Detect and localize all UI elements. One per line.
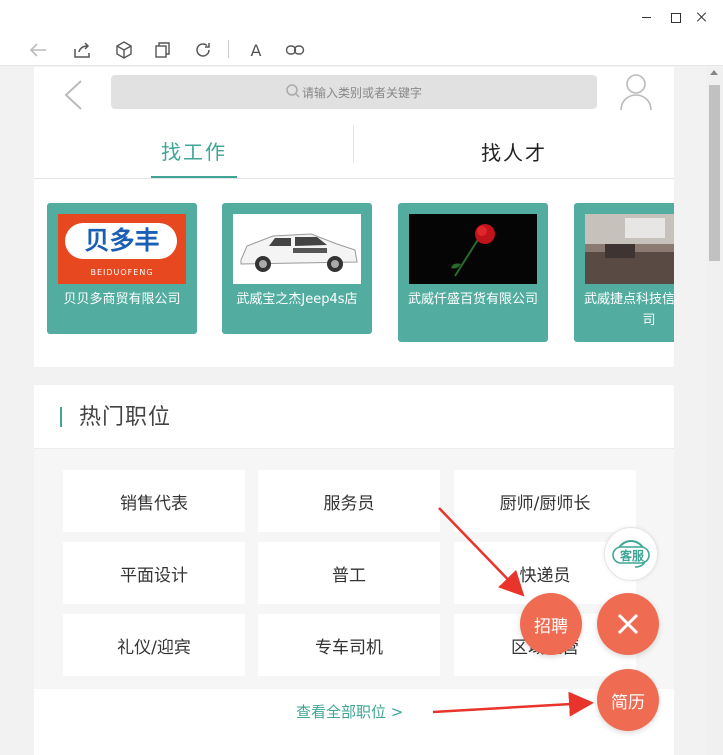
job-item[interactable]: 礼仪/迎宾 [63,614,245,676]
search-icon [286,83,300,101]
web-page: 请输入类别或者关键字 找工作 找人才 贝多丰 BEIDUOFENG 贝贝多商贸有… [34,67,674,755]
close-window-icon[interactable] [694,9,710,25]
job-item[interactable]: 平面设计 [63,542,245,604]
company-logo [233,214,361,284]
user-icon[interactable] [619,73,653,111]
toolbar-separator [228,40,229,58]
hot-jobs-title: 热门职位 [79,405,172,430]
scroll-up-icon[interactable] [710,70,718,75]
company-logo: 贝多丰 BEIDUOFENG [58,214,186,284]
job-item[interactable]: 销售代表 [63,470,245,532]
resume-button[interactable]: 简历 [597,669,659,731]
company-name: 武威宝之杰Jeep4s店 [236,292,358,307]
section-accent-bar [60,407,62,427]
minimize-icon[interactable] [639,9,655,25]
font-icon[interactable]: A [244,38,268,62]
company-name: 武威仟盛百货有限公司 [407,292,538,307]
logo-subtext: BEIDUOFENG [90,268,154,277]
company-name: 贝贝多商贸有限公司 [63,292,181,307]
company-card[interactable]: 贝多丰 BEIDUOFENG 贝贝多商贸有限公司 [47,203,197,334]
customer-service-button[interactable]: 客服 [604,527,658,581]
cube-icon[interactable] [112,38,136,62]
browser-toolbar: A [0,34,723,66]
hot-jobs-header: 热门职位 [34,385,674,449]
tab-divider [353,125,354,163]
company-card[interactable]: 武威宝之杰Jeep4s店 [222,203,372,334]
close-icon [617,613,639,635]
next-section-edge [34,743,674,755]
back-arrow-icon[interactable] [62,79,86,111]
hot-jobs-section: 热门职位 销售代表 服务员 厨师/厨师长 平面设计 普工 快递员 礼仪/迎宾 专… [34,385,674,755]
job-item[interactable]: 专车司机 [258,614,440,676]
recruit-button[interactable]: 招聘 [520,593,582,655]
vertical-scrollbar[interactable] [706,67,723,755]
tab-find-talent[interactable]: 找人才 [474,125,554,178]
view-all-jobs-link[interactable]: 查看全部职位 > [296,701,403,722]
tab-bar: 找工作 找人才 [34,125,674,179]
search-placeholder: 请输入类别或者关键字 [301,85,422,100]
maximize-icon[interactable] [668,9,684,25]
company-card[interactable]: 武威仟盛百货有限公司 [398,203,548,342]
job-item[interactable]: 服务员 [258,470,440,532]
hot-jobs-grid: 销售代表 服务员 厨师/厨师长 平面设计 普工 快递员 礼仪/迎宾 专车司机 区… [34,449,674,689]
company-name: 武威捷点科技信息限公司 [583,292,674,328]
refresh-icon[interactable] [191,38,215,62]
page-header: 请输入类别或者关键字 找工作 找人才 贝多丰 BEIDUOFENG 贝贝多商贸有… [34,67,674,367]
job-item[interactable]: 厨师/厨师长 [454,470,636,532]
share-icon[interactable] [70,38,94,62]
back-icon[interactable] [26,38,50,62]
close-menu-button[interactable] [597,593,659,655]
job-item[interactable]: 普工 [258,542,440,604]
scroll-thumb[interactable] [709,85,720,261]
company-logo [585,214,674,284]
company-logo [409,214,537,284]
company-card[interactable]: 武威捷点科技信息限公司 [574,203,674,342]
search-input[interactable]: 请输入类别或者关键字 [111,75,597,109]
link-icon[interactable] [283,38,307,62]
logo-text: 贝多丰 [84,226,160,255]
customer-service-label: 客服 [619,549,644,563]
tab-find-job[interactable]: 找工作 [151,125,237,178]
title-bar [0,0,723,34]
copy-icon[interactable] [151,38,175,62]
